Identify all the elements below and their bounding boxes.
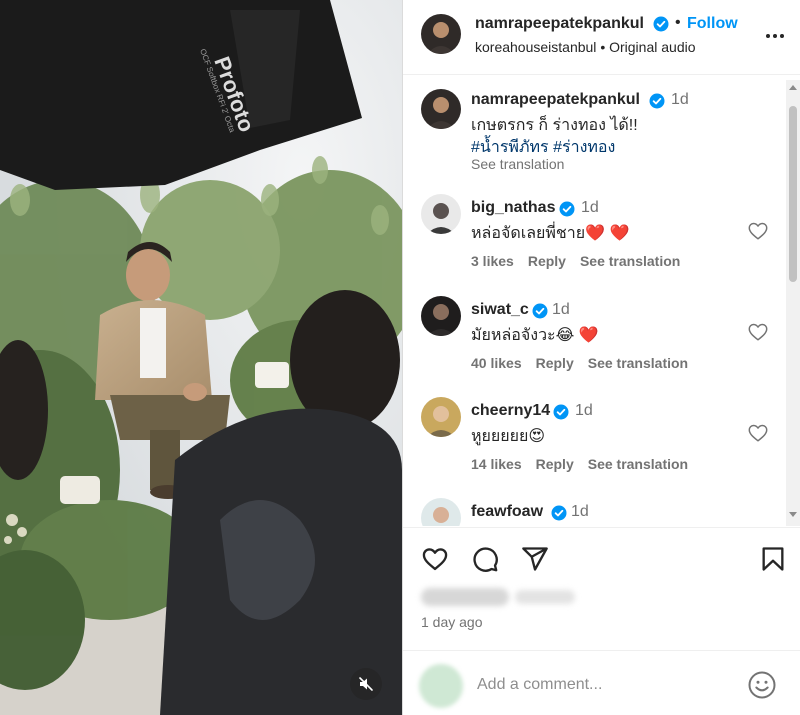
caption-see-translation[interactable]: See translation xyxy=(471,156,578,172)
comments-list[interactable]: namrapeepatekpankul 1d เกษตรกร ก็ ร่างทอ… xyxy=(403,76,787,526)
scroll-down-arrow-icon[interactable] xyxy=(789,512,797,517)
see-translation-link[interactable]: See translation xyxy=(588,355,688,371)
add-comment-bar xyxy=(403,650,800,715)
video-frame: Profoto OCF Softbox RFi 2' Octa xyxy=(0,0,402,715)
commenter-username[interactable]: feawfoaw xyxy=(471,503,543,521)
heart-icon[interactable] xyxy=(747,422,769,444)
commenter-avatar[interactable] xyxy=(421,498,461,526)
author-avatar[interactable] xyxy=(421,89,461,129)
separator-dot: • xyxy=(675,14,681,31)
comment-icon[interactable] xyxy=(471,545,499,573)
verified-badge-icon xyxy=(649,93,665,114)
blurred-like-count xyxy=(515,590,575,604)
commenter-avatar[interactable] xyxy=(421,397,461,437)
post-date[interactable]: 1 day ago xyxy=(421,614,483,630)
commenter-username[interactable]: big_nathas xyxy=(471,199,555,217)
bookmark-icon[interactable] xyxy=(759,545,787,573)
reply-button[interactable]: Reply xyxy=(536,355,574,371)
see-translation-link[interactable]: See translation xyxy=(588,456,688,472)
current-user-avatar xyxy=(419,664,463,708)
commenter-username[interactable]: siwat_c xyxy=(471,301,529,319)
audio-account-link[interactable]: koreahouseistanbul xyxy=(475,39,596,55)
see-translation-link[interactable]: See translation xyxy=(580,253,680,269)
post-video[interactable]: Profoto OCF Softbox RFi 2' Octa xyxy=(0,0,402,715)
verified-badge-icon xyxy=(532,303,548,324)
post-actions: 1 day ago xyxy=(403,527,800,647)
comments-scrollbar[interactable] xyxy=(786,80,800,526)
comment-text: หล่อจัดเลยพี่ชาย❤️ ❤️ xyxy=(471,225,630,242)
verified-badge-icon xyxy=(551,505,567,526)
commenter-avatar[interactable] xyxy=(421,296,461,336)
comment-time[interactable]: 1d xyxy=(571,503,589,521)
audio-label-link[interactable]: Original audio xyxy=(609,39,695,55)
comment-time[interactable]: 1d xyxy=(552,301,570,319)
comment-likes[interactable]: 14 likes xyxy=(471,456,522,472)
emoji-icon[interactable] xyxy=(747,670,777,700)
comment-text: มัยหล่อจังวะ😂 ❤️ xyxy=(471,327,599,344)
share-icon[interactable] xyxy=(521,545,549,573)
comment-input[interactable] xyxy=(477,672,717,698)
more-options-icon xyxy=(766,34,784,38)
verified-badge-icon xyxy=(653,16,669,37)
comment-time[interactable]: 1d xyxy=(581,199,599,217)
author-avatar[interactable] xyxy=(421,14,461,54)
reply-button[interactable]: Reply xyxy=(536,456,574,472)
heart-icon[interactable] xyxy=(747,220,769,242)
separator-dot: • xyxy=(600,39,606,55)
follow-button[interactable]: Follow xyxy=(687,15,738,33)
commenter-avatar[interactable] xyxy=(421,194,461,234)
heart-icon[interactable] xyxy=(747,321,769,343)
blurred-likers xyxy=(421,588,509,606)
comment-meta: 40 likes Reply See translation xyxy=(471,355,702,371)
comment-likes[interactable]: 3 likes xyxy=(471,253,514,269)
verified-badge-icon xyxy=(553,404,569,425)
post-header: namrapeepatekpankul • Follow koreahousei… xyxy=(403,0,800,75)
scrollbar-thumb[interactable] xyxy=(789,106,797,282)
heart-icon[interactable] xyxy=(421,545,449,573)
speaker-muted-icon xyxy=(359,677,373,691)
commenter-username[interactable]: cheerny14 xyxy=(471,402,550,420)
mute-toggle-button[interactable] xyxy=(350,668,382,700)
audio-info: koreahouseistanbul • Original audio xyxy=(475,39,696,55)
see-translation-link[interactable]: See translation xyxy=(471,156,564,172)
caption-username[interactable]: namrapeepatekpankul xyxy=(471,91,640,109)
comment-meta: 14 likes Reply See translation xyxy=(471,456,702,472)
more-options-button[interactable] xyxy=(763,24,787,48)
post-details-panel: namrapeepatekpankul • Follow koreahousei… xyxy=(402,0,800,715)
likes-summary[interactable] xyxy=(421,586,575,608)
author-username[interactable]: namrapeepatekpankul xyxy=(475,15,644,33)
scroll-up-arrow-icon[interactable] xyxy=(789,85,797,90)
comment-meta: 3 likes Reply See translation xyxy=(471,253,694,269)
comment-likes[interactable]: 40 likes xyxy=(471,355,522,371)
comment-text: หูยยยยย😍 xyxy=(471,428,546,445)
reply-button[interactable]: Reply xyxy=(528,253,566,269)
caption-time[interactable]: 1d xyxy=(671,91,689,109)
comment-time[interactable]: 1d xyxy=(575,402,593,420)
verified-badge-icon xyxy=(559,201,575,222)
